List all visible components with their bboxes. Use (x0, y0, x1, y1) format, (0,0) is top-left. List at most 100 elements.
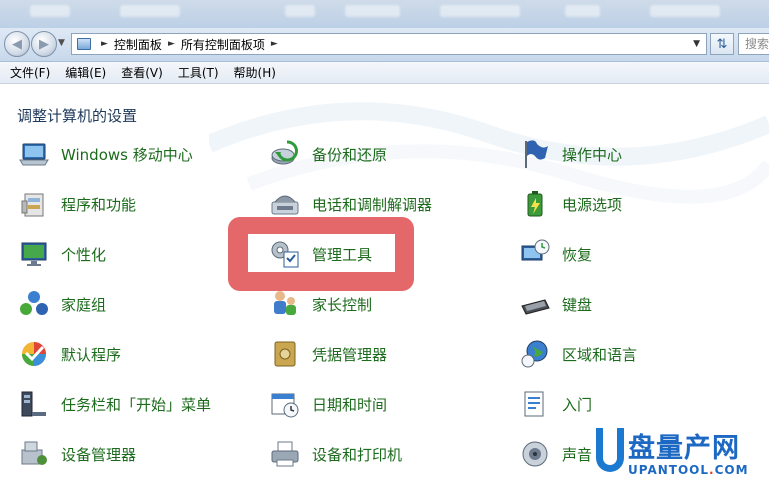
battery-icon (518, 187, 552, 221)
chevron-down-icon[interactable]: ▼ (693, 39, 700, 49)
globe-clock-icon (518, 337, 552, 371)
cp-item-windows-mobility-center[interactable]: Windows 移动中心 (17, 137, 193, 171)
brand-url-prefix: UPANTOOL (628, 463, 710, 477)
chevron-right-icon[interactable]: ► (101, 39, 108, 49)
cp-item-label: 家庭组 (61, 295, 107, 314)
cp-item-label: 电话和调制解调器 (312, 195, 433, 214)
default-programs-icon (17, 337, 51, 371)
brand-u-logo (596, 428, 624, 472)
cp-item-phone-modem[interactable]: 电话和调制解调器 (268, 187, 432, 221)
cp-item-keyboard[interactable]: 键盘 (518, 287, 592, 321)
cp-item-label: Windows 移动中心 (61, 145, 193, 164)
parental-controls-icon (268, 287, 302, 321)
cp-item-label: 程序和功能 (61, 195, 137, 214)
cp-item-label: 电源选项 (562, 195, 623, 214)
refresh-icon: ⇅ (716, 36, 728, 52)
keyboard-icon (518, 287, 552, 321)
cp-item-label: 日期和时间 (312, 395, 388, 414)
navigation-bar: ◀ ▶ ▼ ► 控制面板 ► 所有控制面板项 ► ▼ ⇅ 搜索 (0, 28, 769, 62)
cp-item-taskbar-start-menu[interactable]: 任务栏和「开始」菜单 (17, 387, 211, 421)
cp-item-action-center[interactable]: 操作中心 (518, 137, 622, 171)
cp-item-getting-started[interactable]: 入门 (518, 387, 592, 421)
recent-pages-dropdown[interactable]: ▼ (58, 38, 65, 48)
cp-item-label: 区域和语言 (562, 345, 638, 364)
menu-file[interactable]: 文件(F) (4, 64, 56, 81)
cp-item-label: 默认程序 (61, 345, 122, 364)
cp-item-label: 任务栏和「开始」菜单 (61, 395, 212, 414)
control-panel-icon (77, 38, 91, 50)
getting-started-icon (518, 387, 552, 421)
blurred-tab (650, 5, 720, 17)
breadcrumb-control-panel[interactable]: 控制面板 (114, 36, 162, 53)
cp-item-label: 声音 (562, 445, 593, 464)
cp-item-label: 键盘 (562, 295, 593, 314)
blurred-tab (285, 5, 315, 17)
cp-item-device-manager[interactable]: 设备管理器 (17, 437, 136, 471)
cp-item-label: 备份和还原 (312, 145, 388, 164)
cp-item-homegroup[interactable]: 家庭组 (17, 287, 106, 321)
search-input[interactable]: 搜索 (738, 33, 769, 55)
refresh-button[interactable]: ⇅ (710, 33, 734, 55)
cp-item-parental-controls[interactable]: 家长控制 (268, 287, 372, 321)
cp-item-power-options[interactable]: 电源选项 (518, 187, 622, 221)
cp-item-label: 个性化 (61, 245, 107, 264)
menu-help[interactable]: 帮助(H) (228, 64, 282, 81)
calendar-clock-icon (268, 387, 302, 421)
cp-item-personalization[interactable]: 个性化 (17, 237, 106, 271)
brand-name: 盘量产网 (628, 433, 740, 464)
cp-item-label: 恢复 (562, 245, 593, 264)
cp-item-credential-manager[interactable]: 凭据管理器 (268, 337, 387, 371)
brand-url-suffix: COM (714, 463, 749, 477)
menu-tools[interactable]: 工具(T) (172, 64, 225, 81)
homegroup-icon (17, 287, 51, 321)
blurred-tab (345, 5, 400, 17)
cp-item-label: 设备管理器 (61, 445, 137, 464)
breadcrumb-all-items[interactable]: 所有控制面板项 (181, 36, 265, 53)
cp-item-sound[interactable]: 声音 (518, 437, 592, 471)
arrow-left-icon: ◀ (12, 36, 22, 52)
cp-item-devices-printers[interactable]: 设备和打印机 (268, 437, 402, 471)
blurred-tab (120, 5, 180, 17)
speaker-icon (518, 437, 552, 471)
laptop-icon (17, 137, 51, 171)
cp-item-recovery[interactable]: 恢复 (518, 237, 592, 271)
phone-modem-icon (268, 187, 302, 221)
recovery-icon (518, 237, 552, 271)
address-bar[interactable]: ► 控制面板 ► 所有控制面板项 ► ▼ (71, 33, 707, 55)
cp-item-label: 操作中心 (562, 145, 623, 164)
site-watermark: 盘量产网 UPANTOOL.COM (596, 424, 769, 488)
programs-box-icon (17, 187, 51, 221)
vault-icon (268, 337, 302, 371)
cp-item-backup-restore[interactable]: 备份和还原 (268, 137, 387, 171)
menu-bar: 文件(F) 编辑(E) 查看(V) 工具(T) 帮助(H) (0, 62, 769, 84)
blurred-tab (30, 5, 70, 17)
cp-item-region-language[interactable]: 区域和语言 (518, 337, 637, 371)
device-manager-icon (17, 437, 51, 471)
cp-item-administrative-tools[interactable]: 管理工具 (268, 237, 372, 271)
cp-item-default-programs[interactable]: 默认程序 (17, 337, 121, 371)
back-button[interactable]: ◀ (4, 31, 30, 57)
cp-item-label: 凭据管理器 (312, 345, 388, 364)
forward-button[interactable]: ▶ (31, 31, 57, 57)
cp-item-label: 设备和打印机 (312, 445, 403, 464)
blurred-tab (440, 5, 520, 17)
cp-item-label: 管理工具 (312, 245, 373, 264)
cp-item-label: 入门 (562, 395, 593, 414)
chevron-right-icon[interactable]: ► (168, 39, 175, 49)
cp-item-label: 家长控制 (312, 295, 373, 314)
brand-url: UPANTOOL.COM (628, 463, 749, 477)
arrow-right-icon: ▶ (39, 36, 49, 52)
menu-view[interactable]: 查看(V) (115, 64, 169, 81)
menu-edit[interactable]: 编辑(E) (59, 64, 112, 81)
printer-icon (268, 437, 302, 471)
monitor-paint-icon (17, 237, 51, 271)
backup-icon (268, 137, 302, 171)
blurred-tab (565, 5, 600, 17)
content-area: 调整计算机的设置 Windows 移动中心 程序和功能 个性化 家庭组 默认程序 (0, 84, 769, 488)
cp-item-date-time[interactable]: 日期和时间 (268, 387, 387, 421)
page-title: 调整计算机的设置 (17, 107, 138, 125)
flag-icon (518, 137, 552, 171)
chevron-right-icon[interactable]: ► (271, 39, 278, 49)
cp-item-programs-features[interactable]: 程序和功能 (17, 187, 136, 221)
taskbar-icon (17, 387, 51, 421)
